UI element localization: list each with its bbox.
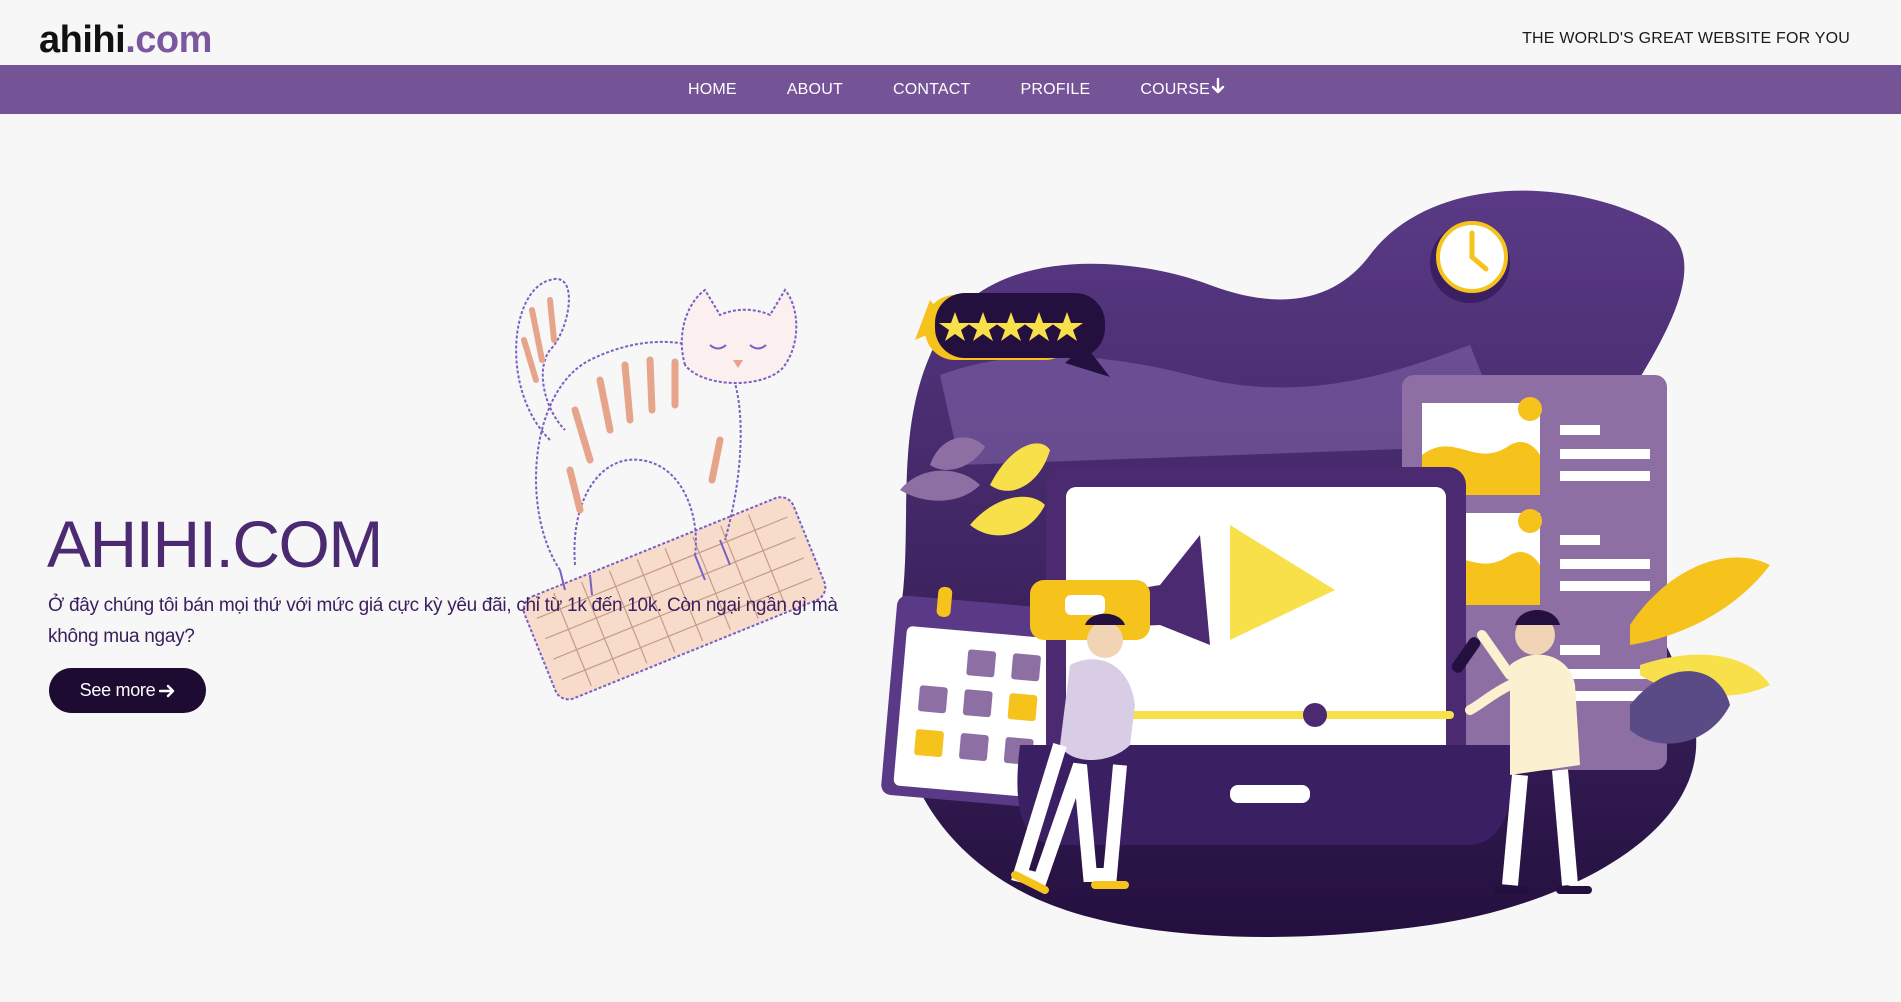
arrow-down-icon [1211, 65, 1225, 114]
main-navbar: HOME ABOUT CONTACT PROFILE COURSE [0, 65, 1901, 114]
site-tagline: THE WORLD'S GREAT WEBSITE FOR YOU [1522, 30, 1850, 47]
nav-item-label: PROFILE [1020, 81, 1091, 98]
see-more-label: See more [79, 680, 156, 700]
arrow-right-icon [159, 684, 175, 697]
site-logo[interactable]: ahihi.com [39, 18, 212, 62]
video-marketing-illustration [870, 185, 1860, 945]
nav-list: HOME ABOUT CONTACT PROFILE COURSE [663, 65, 1250, 114]
nav-item-label: ABOUT [786, 81, 843, 98]
nav-item-about[interactable]: ABOUT [762, 65, 868, 114]
hero-title: AHIHI.COM [47, 507, 383, 581]
nav-item-label: COURSE [1140, 81, 1211, 98]
nav-item-home[interactable]: HOME [663, 65, 762, 114]
nav-item-label: CONTACT [892, 81, 971, 98]
top-header: ahihi.com THE WORLD'S GREAT WEBSITE FOR … [0, 0, 1901, 65]
see-more-button[interactable]: See more [49, 668, 206, 713]
nav-item-course[interactable]: COURSE [1115, 65, 1250, 114]
logo-main-text: ahihi [39, 19, 126, 61]
hero-description: Ở đây chúng tôi bán mọi thứ với mức giá … [48, 595, 838, 647]
nav-item-contact[interactable]: CONTACT [868, 65, 996, 114]
logo-domain-text: .com [125, 19, 212, 61]
nav-item-profile[interactable]: PROFILE [995, 65, 1115, 114]
nav-item-label: HOME [688, 81, 737, 98]
